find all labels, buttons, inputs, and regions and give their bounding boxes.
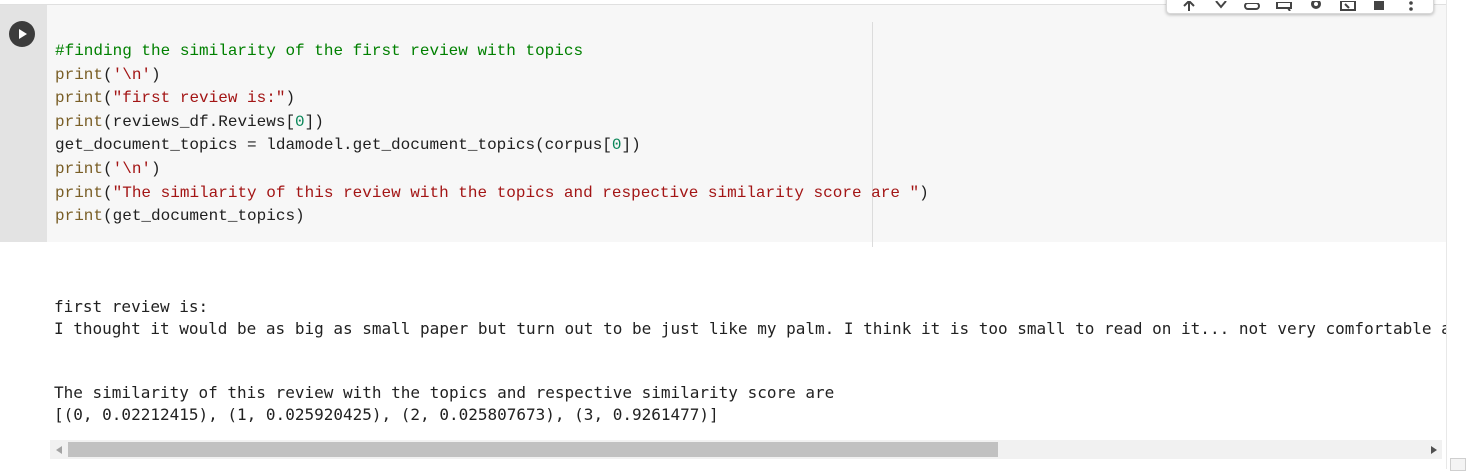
output-line: first review is: — [54, 297, 209, 316]
scroll-right-arrow-icon[interactable] — [1425, 440, 1442, 459]
run-cell-button[interactable] — [9, 21, 35, 47]
code-line[interactable]: print(get_document_topics) — [55, 205, 929, 229]
code-token: get_document_topics = ldamodel.get_docum… — [55, 136, 612, 155]
comment-icon[interactable] — [1276, 0, 1293, 11]
code-token: #finding the similarity of the first rev… — [55, 42, 584, 60]
code-token: ]) — [304, 112, 324, 131]
code-token: (get_document_topics) — [103, 207, 305, 226]
output-horizontal-scrollbar[interactable] — [50, 440, 1442, 459]
output-line: [(0, 0.02212415), (1, 0.025920425), (2, … — [54, 404, 719, 424]
code-token: ( — [103, 159, 113, 178]
output-blank — [54, 339, 1446, 382]
code-token: (reviews_df.Reviews[ — [103, 112, 296, 131]
code-token: ]) — [621, 136, 641, 155]
code-editor[interactable]: #finding the similarity of the first rev… — [47, 5, 1446, 247]
cell-output: first review is: I thought it would be a… — [54, 296, 1446, 425]
code-token: print — [55, 207, 104, 226]
code-token: ( — [103, 183, 113, 202]
output-line: I thought it would be as big as small pa… — [54, 318, 1446, 338]
mirror-cell-icon[interactable] — [1339, 0, 1356, 11]
code-token: "first review is:" — [112, 89, 286, 108]
delete-icon[interactable] — [1371, 0, 1387, 11]
code-token: ) — [151, 159, 161, 178]
code-cell[interactable]: #finding the similarity of the first rev… — [0, 0, 1446, 469]
cell-toolbar — [1166, 0, 1434, 14]
arrow-down-icon[interactable] — [1213, 0, 1229, 11]
code-token: ( — [103, 65, 113, 84]
scrollbar-thumb[interactable] — [68, 442, 998, 457]
code-token: print — [55, 183, 104, 202]
code-token: ( — [103, 89, 113, 108]
code-text[interactable]: #finding the similarity of the first rev… — [55, 40, 929, 229]
code-line[interactable]: get_document_topics = ldamodel.get_docum… — [55, 134, 929, 158]
arrow-up-icon[interactable] — [1181, 0, 1197, 11]
code-line[interactable]: #finding the similarity of the first rev… — [55, 40, 929, 64]
code-token: print — [55, 89, 104, 108]
code-line[interactable]: print("The similarity of this review wit… — [55, 182, 929, 206]
code-token: '\n' — [112, 159, 152, 178]
code-token: print — [55, 112, 104, 131]
scroll-left-arrow-icon[interactable] — [50, 440, 67, 459]
code-token: 0 — [295, 112, 305, 131]
code-token: ) — [151, 65, 161, 84]
code-token: 0 — [611, 136, 622, 155]
output-line: The similarity of this review with the t… — [54, 383, 835, 403]
code-token: "The similarity of this review with the … — [112, 183, 920, 202]
cell-gutter — [0, 5, 47, 242]
code-line[interactable]: print("first review is:") — [55, 87, 929, 111]
code-token: ) — [919, 183, 929, 202]
scroll-corner — [1450, 458, 1466, 471]
play-icon — [19, 29, 27, 39]
gear-icon[interactable] — [1308, 0, 1324, 11]
code-token: ) — [285, 89, 296, 108]
code-line[interactable]: print(reviews_df.Reviews[0]) — [55, 111, 929, 135]
page-scroll-gutter — [1446, 0, 1466, 469]
code-token: '\n' — [112, 65, 152, 84]
code-token: print — [55, 159, 104, 178]
code-line[interactable]: print('\n') — [55, 158, 929, 182]
link-icon[interactable] — [1244, 0, 1261, 11]
more-vert-icon[interactable] — [1403, 0, 1419, 11]
code-line[interactable]: print('\n') — [55, 64, 929, 88]
code-token: print — [55, 65, 104, 84]
